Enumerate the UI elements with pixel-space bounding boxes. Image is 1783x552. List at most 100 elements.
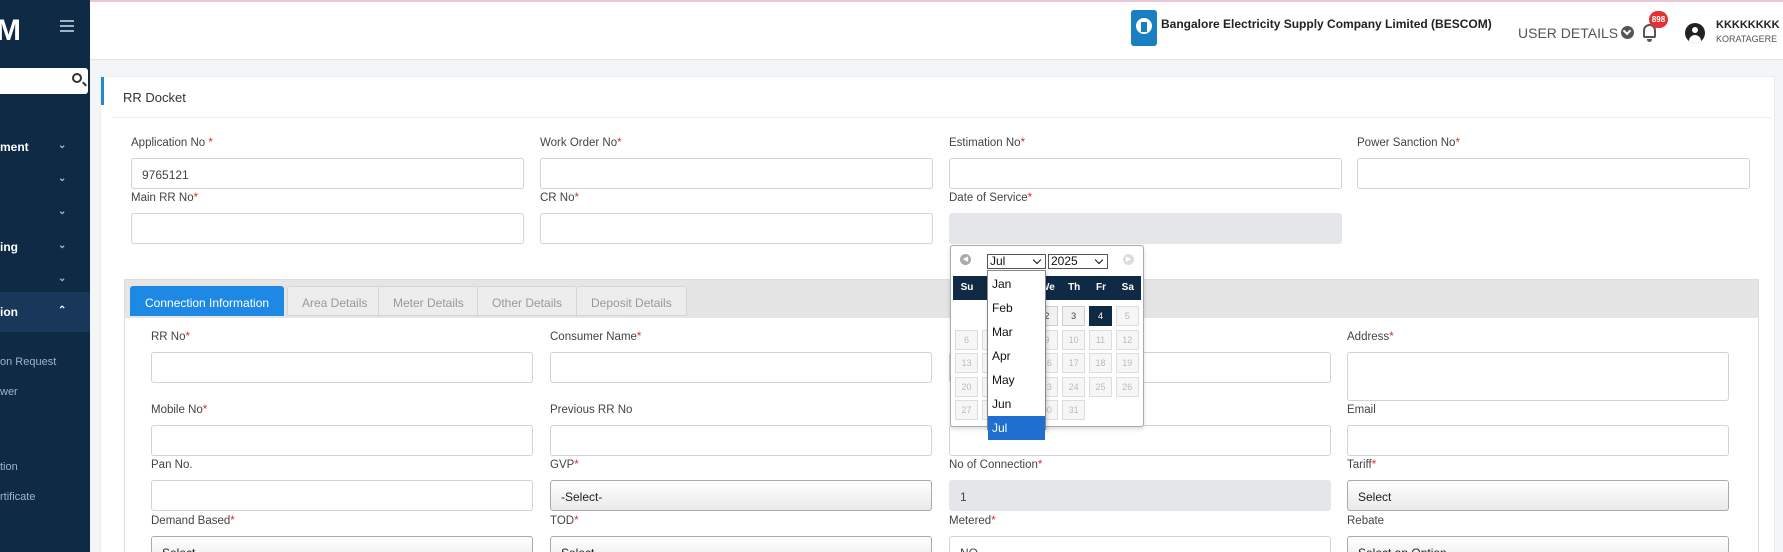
calendar-day[interactable]: 31 — [1062, 400, 1086, 421]
month-option[interactable]: May — [988, 368, 1045, 392]
main-rr-no-label: Main RR No* — [131, 192, 199, 204]
main-rr-no-input[interactable] — [131, 213, 524, 244]
datepicker-next-icon[interactable]: ▶ — [1123, 254, 1134, 265]
no-of-connection-input[interactable]: 1 — [949, 480, 1331, 511]
calendar-day[interactable]: 18 — [1089, 353, 1112, 374]
tab-meter-details[interactable]: Meter Details — [378, 286, 479, 316]
chevron-down-icon: ⌄ — [58, 206, 67, 217]
datepicker-year-select[interactable]: 2025 — [1048, 254, 1108, 269]
calendar-day[interactable]: 13 — [955, 353, 978, 374]
user-details-dropdown[interactable]: USER DETAILS — [1518, 25, 1635, 41]
calendar-day[interactable]: 12 — [1115, 329, 1139, 350]
chevron-down-icon: ⌄ — [58, 173, 67, 184]
calendar-day[interactable]: 11 — [1089, 329, 1112, 350]
email-label: Email — [1347, 404, 1376, 416]
estimation-no-input[interactable] — [949, 158, 1342, 189]
sidebar-subitem-registration[interactable]: tion — [0, 461, 18, 473]
previous-rr-no-input[interactable] — [550, 425, 932, 456]
email-input[interactable] — [1347, 425, 1729, 456]
company-name: Bangalore Electricity Supply Company Lim… — [1161, 17, 1492, 31]
rebate-label: Rebate — [1347, 515, 1385, 527]
mobile-no-input[interactable] — [151, 425, 533, 456]
tod-label: TOD* — [550, 515, 579, 527]
tab-other-details[interactable]: Other Details — [477, 286, 578, 316]
sidebar-item-management[interactable]: ment ⌄ — [0, 131, 90, 161]
previous-rr-no-label: Previous RR No — [550, 404, 633, 416]
hamburger-menu-icon[interactable] — [60, 20, 74, 32]
gvp-label: GVP* — [550, 459, 579, 471]
sidebar: M ment ⌄ ⌄ ⌄ ing ⌄ ⌄ ion ⌃ on Request we… — [0, 0, 90, 552]
gvp-select[interactable]: -Select- — [550, 480, 932, 511]
bescom-logo-icon — [1131, 10, 1157, 46]
month-option[interactable]: Jul — [988, 416, 1045, 440]
date-of-service-input[interactable] — [949, 213, 1342, 244]
calendar-day[interactable]: 3 — [1062, 306, 1086, 326]
tab-area-details[interactable]: Area Details — [287, 286, 383, 316]
tariff-label: Tariff* — [1347, 459, 1377, 471]
month-option[interactable]: Mar — [988, 320, 1045, 344]
calendar-day[interactable]: 6 — [955, 329, 978, 350]
weekday-label: Fr — [1096, 282, 1106, 293]
rr-no-input[interactable] — [151, 352, 533, 383]
sidebar-subitem-connection-request[interactable]: on Request — [0, 356, 56, 368]
metered-select[interactable]: NO — [949, 536, 1331, 552]
tab-connection-information[interactable]: Connection Information — [130, 286, 285, 316]
calendar-day[interactable]: 27 — [955, 400, 978, 421]
calendar-day[interactable]: 10 — [1062, 329, 1086, 350]
sidebar-item[interactable]: ⌄ — [0, 164, 90, 194]
chevron-down-icon: ⌄ — [58, 273, 67, 284]
month-option[interactable]: Apr — [988, 344, 1045, 368]
tariff-select[interactable]: Select — [1347, 480, 1729, 511]
sidebar-search-input[interactable] — [0, 68, 88, 94]
month-option[interactable]: Jun — [988, 392, 1045, 416]
power-sanction-no-input[interactable] — [1357, 158, 1750, 189]
datepicker-weekday-header: SuMoTuWeThFrSa — [953, 276, 1141, 300]
datepicker-month-select[interactable]: Jul — [987, 254, 1046, 269]
cr-no-label: CR No* — [540, 192, 579, 204]
rr-no-label: RR No* — [151, 331, 190, 343]
month-option[interactable]: Feb — [988, 296, 1045, 320]
divider — [111, 117, 1771, 118]
page-title: RR Docket — [123, 90, 186, 105]
pan-no-input[interactable] — [151, 480, 533, 511]
tab-deposit-details[interactable]: Deposit Details — [576, 286, 687, 316]
calendar-day[interactable]: 19 — [1115, 353, 1139, 374]
connection-tabs-panel: Connection Information Area Details Mete… — [124, 279, 1759, 552]
calendar-day[interactable]: 25 — [1089, 376, 1112, 397]
consumer-name-input[interactable] — [550, 352, 932, 383]
sidebar-subitem-certificate[interactable]: rtificate — [0, 491, 35, 503]
calendar-day[interactable]: 17 — [1062, 353, 1086, 374]
rebate-select[interactable]: Select an Option — [1347, 536, 1729, 552]
month-option[interactable]: Jan — [988, 272, 1045, 296]
work-order-no-label: Work Order No* — [540, 137, 622, 149]
demand-based-select[interactable]: Select — [151, 536, 533, 552]
no-of-connection-label: No of Connection* — [949, 459, 1043, 471]
chevron-up-icon: ⌃ — [58, 305, 67, 316]
user-avatar-icon[interactable] — [1685, 23, 1705, 43]
sidebar-item-billing[interactable]: ing ⌄ — [0, 231, 90, 261]
metered-label: Metered* — [949, 515, 996, 527]
search-icon[interactable] — [72, 73, 82, 83]
datepicker-prev-icon[interactable]: ◀ — [960, 254, 971, 265]
chevron-down-icon: ⌄ — [58, 240, 67, 251]
cr-no-input[interactable] — [540, 213, 933, 244]
application-no-input[interactable]: 9765121 — [131, 158, 524, 189]
sidebar-item[interactable]: ⌄ — [0, 264, 90, 294]
weekday-label: Sa — [1121, 282, 1134, 293]
work-order-no-input[interactable] — [540, 158, 933, 189]
pan-no-label: Pan No. — [151, 459, 193, 471]
calendar-day[interactable]: 20 — [955, 376, 978, 397]
mobile-no-label: Mobile No* — [151, 404, 208, 416]
user-name: KKKKKKKK — [1716, 19, 1780, 31]
calendar-day[interactable]: 24 — [1062, 376, 1086, 397]
calendar-day[interactable]: 26 — [1115, 376, 1139, 397]
calendar-day[interactable]: 4 — [1089, 306, 1112, 326]
sidebar-item[interactable]: ⌄ — [0, 197, 90, 227]
address-textarea[interactable] — [1347, 352, 1729, 401]
calendar-day[interactable]: 5 — [1115, 306, 1139, 326]
tod-select[interactable]: Select — [550, 536, 932, 552]
demand-based-label: Demand Based* — [151, 515, 235, 527]
sidebar-item-connection[interactable]: ion ⌃ — [0, 292, 90, 332]
sidebar-subitem-power[interactable]: wer — [0, 386, 18, 398]
user-location: KORATAGERE — [1716, 34, 1778, 44]
